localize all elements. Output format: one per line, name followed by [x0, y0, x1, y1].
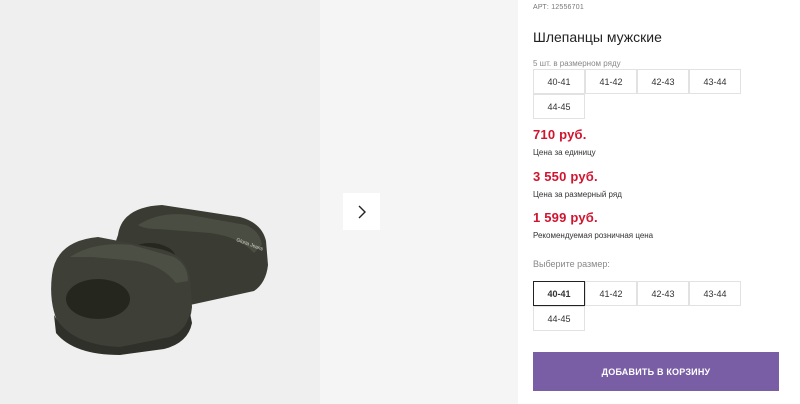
size-option[interactable]: 43-44	[689, 281, 741, 306]
size-option[interactable]: 41-42	[585, 281, 637, 306]
product-image-panel: Gloria Jeans	[0, 0, 320, 404]
chevron-right-icon	[358, 205, 366, 218]
pack-size-cell: 40-41	[533, 69, 585, 94]
pack-price-block: 3 550 руб. Цена за размерный ряд	[533, 169, 622, 199]
product-info: АРТ: 12556701 Шлепанцы мужские 5 шт. в р…	[533, 0, 800, 404]
retail-price-block: 1 599 руб. Рекомендуемая розничная цена	[533, 210, 653, 240]
size-option[interactable]: 42-43	[637, 281, 689, 306]
unit-price: 710 руб.	[533, 127, 587, 142]
slide-front	[51, 237, 192, 355]
pack-price-label: Цена за размерный ряд	[533, 190, 622, 199]
size-selector: 40-41 41-42 42-43 43-44 44-45	[533, 281, 741, 331]
pack-size-cell: 44-45	[533, 94, 585, 119]
gallery-next-button[interactable]	[343, 193, 380, 230]
size-option-selected[interactable]: 40-41	[533, 281, 585, 306]
pack-size-cell: 42-43	[637, 69, 689, 94]
add-to-cart-button[interactable]: ДОБАВИТЬ В КОРЗИНУ	[533, 352, 779, 391]
choose-size-label: Выберите размер:	[533, 259, 610, 269]
unit-price-label: Цена за единицу	[533, 148, 596, 157]
pack-price: 3 550 руб.	[533, 169, 598, 184]
retail-price: 1 599 руб.	[533, 210, 598, 225]
article-number: АРТ: 12556701	[533, 4, 584, 11]
product-photo: Gloria Jeans	[51, 205, 268, 355]
pack-size-grid: 40-41 41-42 42-43 43-44 44-45	[533, 69, 741, 119]
size-option[interactable]: 44-45	[533, 306, 585, 331]
pack-note: 5 шт. в размерном ряду	[533, 59, 621, 68]
pack-size-cell: 41-42	[585, 69, 637, 94]
retail-price-label: Рекомендуемая розничная цена	[533, 231, 654, 240]
product-title: Шлепанцы мужские	[533, 29, 662, 45]
pack-size-cell: 43-44	[689, 69, 741, 94]
unit-price-block: 710 руб. Цена за единицу	[533, 127, 596, 157]
